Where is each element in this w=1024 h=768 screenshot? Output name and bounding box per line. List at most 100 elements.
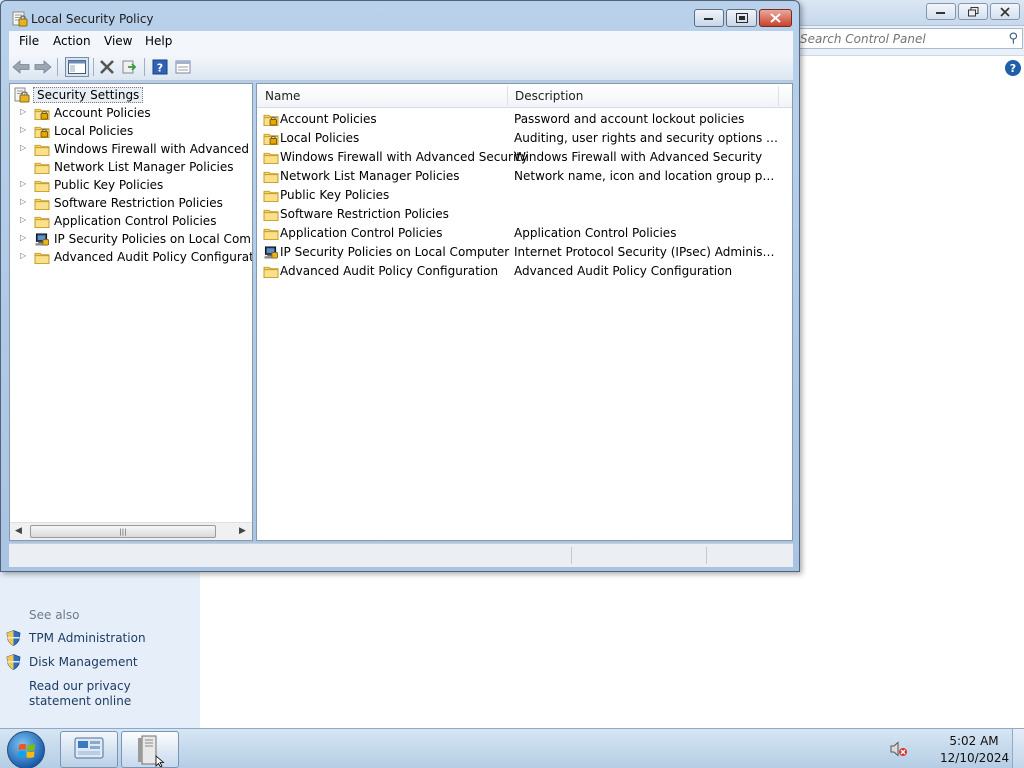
list-item[interactable]: Public Key Policies	[261, 186, 791, 205]
close-button[interactable]	[759, 9, 792, 27]
list-item-name: Advanced Audit Policy Configuration	[280, 264, 499, 278]
privacy-statement-link[interactable]: Read our privacy statement online	[29, 679, 189, 709]
list-item[interactable]: Local Policies Auditing, user rights and …	[261, 129, 791, 148]
delete-button[interactable]	[97, 57, 117, 77]
column-header-description[interactable]: Description	[515, 89, 583, 103]
tree-item[interactable]: ▷ Account Policies	[20, 104, 151, 122]
tree-root-label: Security Settings	[33, 87, 144, 103]
tree-item[interactable]: Network List Manager Policies	[20, 158, 234, 176]
svg-text:?: ?	[157, 62, 163, 75]
list-item-name: Public Key Policies	[280, 188, 390, 202]
tree-item[interactable]: ▷ Windows Firewall with Advanced Security	[20, 140, 252, 158]
list-item-description: Application Control Policies	[514, 226, 677, 240]
maximize-button[interactable]	[726, 9, 757, 27]
cp-search-input[interactable]	[800, 31, 1000, 46]
list-item[interactable]: IP Security Policies on Local Computer In…	[261, 243, 791, 262]
expand-arrow-icon[interactable]: ▷	[20, 233, 28, 242]
volume-muted-icon[interactable]	[890, 741, 908, 757]
clock-date[interactable]: 12/10/2024	[940, 751, 1009, 765]
close-icon	[1000, 6, 1010, 17]
see-also-heading: See also	[29, 608, 80, 622]
list-item[interactable]: Network List Manager Policies Network nam…	[261, 167, 791, 186]
menu-action[interactable]: Action	[53, 34, 91, 48]
folder-icon	[34, 162, 50, 174]
cp-restore-button[interactable]	[958, 3, 988, 20]
delete-icon	[100, 60, 114, 74]
tree-item[interactable]: ▷ Application Control Policies	[20, 212, 216, 230]
minimize-button[interactable]	[694, 9, 724, 27]
menu-help[interactable]: Help	[145, 34, 172, 48]
list-item[interactable]: Windows Firewall with Advanced Security W…	[261, 148, 791, 167]
taskbar-local-security-policy[interactable]	[121, 731, 179, 768]
folder-icon	[263, 228, 279, 240]
tree-item[interactable]: ▷ Advanced Audit Policy Configuration	[20, 248, 252, 266]
lock-folder-icon	[34, 108, 50, 120]
show-hide-console-tree-button[interactable]	[65, 57, 89, 77]
tree-item-label: Windows Firewall with Advanced Security	[54, 142, 252, 156]
tree-item[interactable]: ▷ IP Security Policies on Local Computer	[20, 230, 252, 248]
start-button[interactable]	[7, 731, 45, 768]
list-item[interactable]: Advanced Audit Policy Configuration Advan…	[261, 262, 791, 281]
help-icon[interactable]: ?	[1005, 60, 1021, 76]
list-item-description: Password and account lockout policies	[514, 112, 745, 126]
list-item-description: Network name, icon and location group po…	[514, 169, 779, 183]
tree-item[interactable]: ▷ Public Key Policies	[20, 176, 163, 194]
clock-time[interactable]: 5:02 AM	[944, 734, 1004, 748]
toolbar-separator	[144, 58, 145, 76]
forward-arrow-icon	[34, 60, 52, 74]
search-icon[interactable]: ⚲	[1008, 31, 1018, 46]
toolbar: ?	[9, 53, 793, 81]
expand-arrow-icon[interactable]: ▷	[20, 179, 28, 188]
expand-arrow-icon[interactable]: ▷	[20, 215, 28, 224]
toolbar-separator	[57, 58, 58, 76]
cp-close-button[interactable]	[990, 3, 1020, 20]
scroll-right-icon[interactable]: ▶	[239, 526, 246, 536]
disk-management-link[interactable]: Disk Management	[29, 655, 138, 670]
cp-minimize-button[interactable]	[926, 3, 956, 20]
tree-item[interactable]: ▷ Local Policies	[20, 122, 133, 140]
help-icon: ?	[152, 59, 168, 75]
close-icon	[770, 13, 781, 23]
help-button[interactable]: ?	[150, 57, 170, 77]
back-button[interactable]	[11, 57, 31, 77]
titlebar[interactable]: Local Security Policy	[1, 1, 799, 31]
menu-view[interactable]: View	[104, 34, 132, 48]
folder-icon	[263, 190, 279, 202]
status-bar	[9, 543, 793, 567]
column-divider[interactable]	[507, 86, 508, 106]
expand-arrow-icon[interactable]: ▷	[20, 197, 28, 206]
list-item[interactable]: Software Restriction Policies	[261, 205, 791, 224]
list-item-name: Account Policies	[280, 112, 377, 126]
cp-search-box[interactable]: ⚲	[795, 28, 1023, 49]
list-item[interactable]: Application Control Policies Application …	[261, 224, 791, 243]
tree-item[interactable]: ▷ Software Restriction Policies	[20, 194, 223, 212]
column-divider[interactable]	[778, 86, 779, 106]
menu-file[interactable]: File	[19, 34, 39, 48]
export-list-button[interactable]	[120, 57, 140, 77]
column-header-name[interactable]: Name	[265, 89, 300, 103]
expand-arrow-icon[interactable]: ▷	[20, 251, 28, 260]
expand-arrow-icon[interactable]: ▷	[20, 143, 28, 152]
tpm-administration-link[interactable]: TPM Administration	[29, 631, 146, 646]
status-divider	[706, 547, 707, 564]
expand-arrow-icon[interactable]: ▷	[20, 125, 28, 134]
forward-button[interactable]	[33, 57, 53, 77]
tree-item-label: Public Key Policies	[54, 178, 164, 192]
expand-arrow-icon[interactable]: ▷	[20, 107, 28, 116]
shield-icon	[6, 654, 21, 670]
show-desktop-button[interactable]	[1012, 729, 1024, 768]
tree-horizontal-scrollbar[interactable]: ◀ ||| ▶	[10, 522, 252, 540]
folder-icon	[34, 216, 50, 228]
properties-button[interactable]	[173, 57, 193, 77]
tree-item-label: Account Policies	[54, 106, 151, 120]
tree-root-security-settings[interactable]: Security Settings	[14, 86, 144, 104]
taskbar-control-panel[interactable]	[60, 731, 118, 768]
folder-icon	[34, 144, 50, 156]
folder-icon	[34, 252, 50, 264]
scroll-left-icon[interactable]: ◀	[15, 526, 22, 536]
back-arrow-icon	[12, 60, 30, 74]
security-settings-icon	[14, 87, 30, 103]
scroll-thumb[interactable]: |||	[30, 525, 216, 538]
menu-bar: File Action View Help	[9, 31, 793, 53]
list-item[interactable]: Account Policies Password and account loc…	[261, 110, 791, 129]
